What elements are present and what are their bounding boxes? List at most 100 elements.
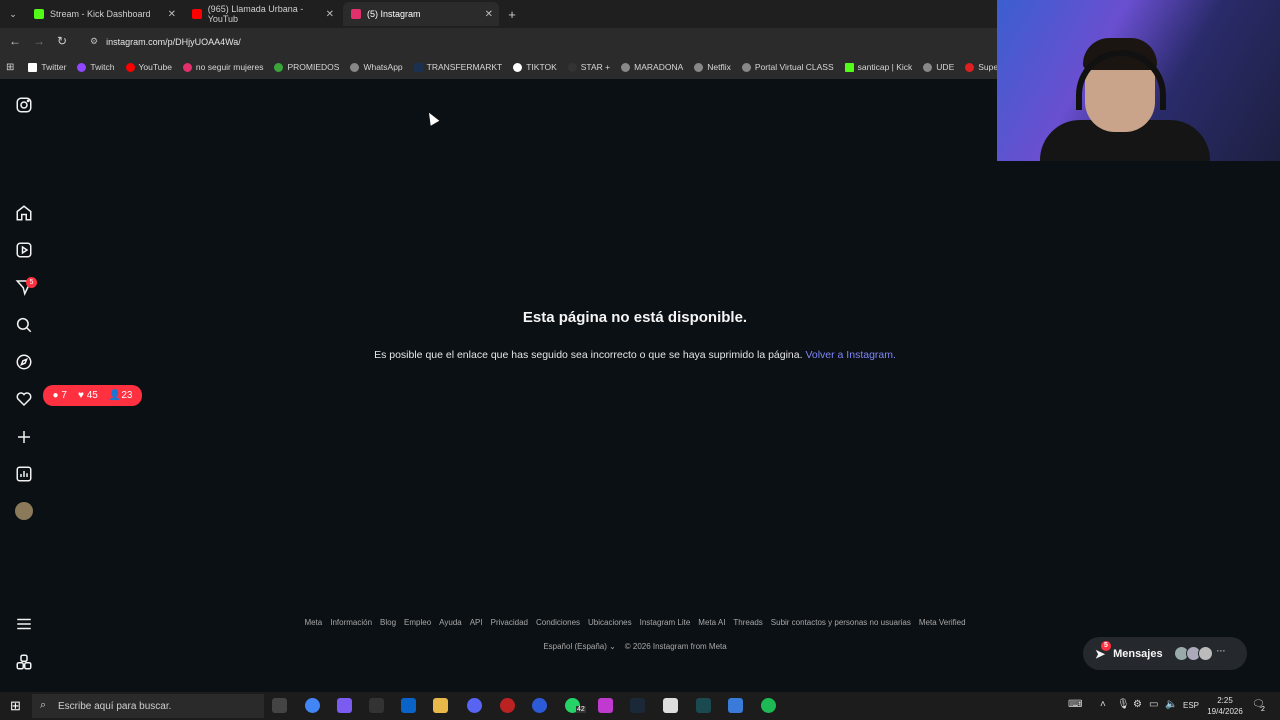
footer-link[interactable]: Threads <box>733 618 762 627</box>
bookmark-star[interactable]: STAR + <box>567 62 610 72</box>
bookmark-tiktok[interactable]: TIKTOK <box>513 62 557 72</box>
message-avatars: ··· <box>1173 646 1226 661</box>
create-icon[interactable] <box>15 428 33 446</box>
apps-icon[interactable]: ⊞ <box>6 62 14 73</box>
taskbar-search-input[interactable]: ⌕ Escribe aquí para buscar. <box>32 694 264 718</box>
footer-link[interactable]: Subir contactos y personas no usuarias <box>771 618 911 627</box>
bookmark-twitter[interactable]: Twitter <box>28 62 66 72</box>
whatsapp-badge: 42 <box>576 706 586 713</box>
dashboard-icon[interactable] <box>15 465 33 483</box>
globe-icon <box>694 62 704 72</box>
footer-link[interactable]: Meta AI <box>698 618 725 627</box>
kick-icon <box>34 9 44 19</box>
close-icon[interactable]: ✕ <box>485 9 493 20</box>
forward-icon[interactable]: → <box>33 34 45 48</box>
obs-icon[interactable] <box>500 698 515 713</box>
messenger-icon: ➤ 5 <box>1095 640 1111 661</box>
bookmark-netflix[interactable]: Netflix <box>694 62 731 72</box>
clock[interactable]: 2:25 19/4/2026 <box>1205 695 1245 717</box>
new-tab-button[interactable]: + <box>503 2 521 26</box>
tab-instagram[interactable]: (5) Instagram ✕ <box>343 2 499 26</box>
site-info-icon[interactable]: ⚙ <box>90 36 98 47</box>
x-icon <box>28 62 38 72</box>
steam-icon[interactable] <box>630 698 645 713</box>
bookmark-maradona[interactable]: MARADONA <box>621 62 683 72</box>
copilot-icon[interactable] <box>337 698 352 713</box>
close-icon[interactable]: ✕ <box>326 9 334 20</box>
page-title: Esta página no está disponible. <box>522 309 748 326</box>
epic-games-icon[interactable] <box>369 698 384 713</box>
tab-kick[interactable]: Stream - Kick Dashboard ✕ <box>26 2 182 26</box>
spotify-icon[interactable] <box>761 698 776 713</box>
footer-link[interactable]: Instagram Lite <box>640 618 691 627</box>
footer-link[interactable]: Meta <box>304 618 322 627</box>
footer-link[interactable]: Condiciones <box>536 618 580 627</box>
bookmark-twitch[interactable]: Twitch <box>77 62 115 72</box>
tab-youtube[interactable]: (965) Llamada Urbana - YouTub ✕ <box>184 2 340 26</box>
chevron-up-icon[interactable]: ˄ <box>1100 699 1106 710</box>
messages-button[interactable]: ➤ 5 Mensajes ··· <box>1083 637 1247 670</box>
language-select[interactable]: Español (España) <box>543 642 607 651</box>
language-indicator[interactable]: ESP <box>1183 701 1199 710</box>
activity-notification-pill[interactable]: ● 7 ♥ 45 👤23 <box>43 385 142 406</box>
close-icon[interactable]: ✕ <box>168 9 176 20</box>
reload-icon[interactable]: ↻ <box>57 34 67 48</box>
messages-badge: 5 <box>1101 640 1111 651</box>
reels-icon[interactable] <box>15 241 33 259</box>
app-icon[interactable] <box>696 698 711 713</box>
bookmark-youtube[interactable]: YouTube <box>125 62 172 72</box>
tab-search-button[interactable]: ⌄ <box>4 2 22 26</box>
app-icon[interactable] <box>532 698 547 713</box>
instagram-logo-icon[interactable] <box>15 96 33 114</box>
app-icon[interactable] <box>598 698 613 713</box>
footer-link[interactable]: Privacidad <box>491 618 528 627</box>
mail-icon[interactable] <box>401 698 416 713</box>
capcut-icon[interactable] <box>663 698 678 713</box>
address-bar[interactable]: ⚙ instagram.com/p/DHjyUOAA4Wa/ <box>80 31 990 52</box>
microphone-icon[interactable]: 🎙 <box>1117 699 1130 710</box>
gear-icon[interactable]: ⚙ <box>1133 699 1142 710</box>
bookmark-no-seguir[interactable]: no seguir mujeres <box>182 62 263 72</box>
chrome-icon[interactable] <box>305 698 320 713</box>
profile-avatar[interactable] <box>15 502 33 520</box>
like-count: ♥ 45 <box>77 390 98 401</box>
riot-icon[interactable] <box>728 698 743 713</box>
home-icon[interactable] <box>15 204 33 222</box>
file-explorer-icon[interactable] <box>433 698 448 713</box>
promiedos-icon <box>274 62 284 72</box>
footer-link[interactable]: Información <box>330 618 372 627</box>
footer-link[interactable]: Ubicaciones <box>588 618 632 627</box>
footer-link[interactable]: Ayuda <box>439 618 462 627</box>
tab-label: (5) Instagram <box>367 9 421 19</box>
volume-icon[interactable]: 🔈 <box>1165 699 1177 710</box>
bookmark-promiedos[interactable]: PROMIEDOS <box>274 62 339 72</box>
avatar <box>1197 646 1213 661</box>
bookmark-kick[interactable]: santicap | Kick <box>844 62 912 72</box>
task-view-icon[interactable] <box>272 698 287 713</box>
footer-link[interactable]: Empleo <box>404 618 431 627</box>
transfermarkt-icon <box>413 62 423 72</box>
also-from-meta-icon[interactable] <box>15 653 33 671</box>
instagram-icon <box>351 9 361 19</box>
instagram-page <box>0 79 1280 692</box>
footer-copyright: Español (España) ⌄ © 2026 Instagram from… <box>0 642 1270 651</box>
footer-link[interactable]: Blog <box>380 618 396 627</box>
network-icon[interactable]: ▭ <box>1149 699 1158 710</box>
more-icon: ··· <box>1216 646 1226 656</box>
discord-icon[interactable] <box>467 698 482 713</box>
heart-icon[interactable] <box>15 390 33 408</box>
bookmark-transfermarkt[interactable]: TRANSFERMARKT <box>413 62 502 72</box>
bookmark-whatsapp[interactable]: WhatsApp <box>350 62 403 72</box>
back-icon[interactable]: ← <box>9 34 21 48</box>
chevron-down-icon: ⌄ <box>609 642 623 651</box>
footer-link[interactable]: API <box>470 618 483 627</box>
follow-count: 👤23 <box>108 390 133 401</box>
back-to-instagram-link[interactable]: Volver a Instagram. <box>805 349 895 361</box>
bookmark-ude[interactable]: UDE <box>923 62 954 72</box>
tab-label: Stream - Kick Dashboard <box>50 9 151 19</box>
footer-link[interactable]: Meta Verified <box>919 618 966 627</box>
instagram-sidebar <box>0 79 48 692</box>
keyboard-icon[interactable]: ⌨ <box>1068 699 1082 710</box>
bookmark-portal[interactable]: Portal Virtual CLASS <box>741 62 834 72</box>
windows-start-icon[interactable]: ⊞ <box>10 698 21 714</box>
